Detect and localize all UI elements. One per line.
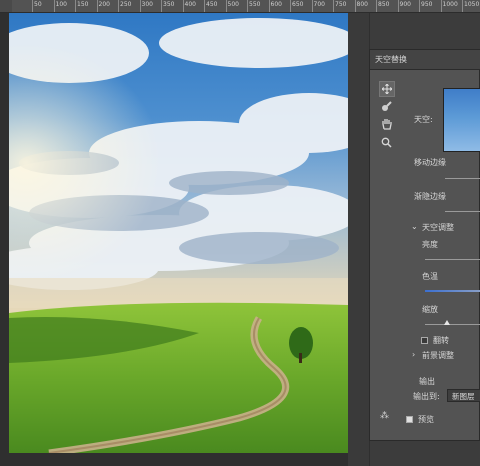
- ruler-tick: [225, 0, 227, 12]
- ruler-label: 850: [378, 1, 390, 8]
- zoom-icon[interactable]: [379, 135, 393, 149]
- preview-label: 预览: [418, 415, 434, 424]
- output-to-label: 输出到:: [413, 392, 440, 401]
- ruler-tick: [118, 0, 119, 12]
- ruler-label: 750: [335, 1, 347, 8]
- fade-edge-label: 渐隐边缘: [414, 192, 446, 201]
- ruler-tick: [333, 0, 334, 12]
- ruler-label: 50: [34, 1, 42, 8]
- hand-icon[interactable]: [379, 117, 393, 131]
- ruler-label: 200: [98, 1, 110, 8]
- dialog-toolstrip: [370, 70, 400, 440]
- shift-edge-label: 移动边缘: [414, 158, 446, 167]
- ruler-label: 900: [399, 1, 411, 8]
- ruler-tick: [397, 0, 399, 12]
- ruler-corner: [0, 0, 12, 12]
- ruler-label: 450: [206, 1, 218, 8]
- landscape-photo: [9, 13, 348, 453]
- ruler-label: 400: [184, 1, 196, 8]
- ruler-tick: [376, 0, 377, 12]
- flip-checkbox[interactable]: [421, 337, 428, 344]
- fade-edge-slider[interactable]: [445, 211, 480, 212]
- foreground-chevron-icon[interactable]: ›: [412, 350, 415, 359]
- ruler-label: 1000: [442, 1, 458, 8]
- scale-slider-thumb[interactable]: [444, 320, 450, 325]
- ruler-label: 1050: [464, 1, 480, 8]
- reset-icon[interactable]: ⁂: [380, 411, 389, 421]
- output-to-select[interactable]: 新图层: [447, 389, 480, 402]
- ruler-label: 650: [292, 1, 304, 8]
- sky-brush-icon[interactable]: [379, 99, 393, 113]
- sky-preset-thumbnail[interactable]: [443, 88, 480, 152]
- ruler-label: 350: [163, 1, 175, 8]
- flip-label: 翻转: [433, 336, 449, 345]
- ruler-tick: [354, 0, 356, 12]
- ruler-label: 100: [55, 1, 67, 8]
- ruler-tick: [75, 0, 76, 12]
- ruler-label: 300: [141, 1, 153, 8]
- ruler-tick: [161, 0, 162, 12]
- ruler-label: 800: [356, 1, 368, 8]
- ruler-label: 500: [227, 1, 239, 8]
- ruler-tick: [139, 0, 141, 12]
- canvas-gutter: [348, 13, 369, 466]
- shift-edge-slider[interactable]: [445, 178, 480, 179]
- sky-adjust-chevron-icon[interactable]: ⌄: [411, 222, 418, 231]
- brightness-label: 亮度: [422, 240, 438, 249]
- ruler-tick: [268, 0, 270, 12]
- ruler-tick: [247, 0, 248, 12]
- ruler-tick: [440, 0, 442, 12]
- scale-label: 缩放: [422, 305, 438, 314]
- ruler-tick: [462, 0, 463, 12]
- ruler-tick: [204, 0, 205, 12]
- ruler-tick: [96, 0, 98, 12]
- temperature-slider[interactable]: [425, 290, 480, 292]
- ruler-label: 250: [120, 1, 132, 8]
- ruler-label: 550: [249, 1, 261, 8]
- scale-slider[interactable]: [425, 324, 480, 325]
- ruler-tick: [311, 0, 313, 12]
- foreground-section-label[interactable]: 前景调整: [422, 350, 454, 361]
- ruler-tick: [290, 0, 291, 12]
- ruler-tick: [182, 0, 184, 12]
- ruler-label: 150: [77, 1, 89, 8]
- ruler-tick: [32, 0, 33, 12]
- preview-checkbox[interactable]: [406, 416, 413, 423]
- move-icon[interactable]: [379, 81, 395, 97]
- horizontal-ruler: 50 100 150 200 250 300 350 400 450 500 550 600 650 70…: [0, 0, 480, 13]
- sky-label: 天空:: [414, 115, 433, 124]
- ruler-label: 950: [421, 1, 433, 8]
- temperature-label: 色温: [422, 272, 438, 281]
- dialog-title: 天空替换: [370, 50, 480, 70]
- sky-adjust-section-label[interactable]: 天空调整: [422, 222, 454, 233]
- sky-replacement-dialog: 天空替换 天空: 移动边缘 渐隐边缘 ⌄ 天空调整 亮度 色温 缩放 翻转 › …: [369, 49, 480, 441]
- brightness-slider[interactable]: [425, 259, 480, 260]
- ruler-tick: [53, 0, 55, 12]
- ruler-tick: [419, 0, 420, 12]
- ruler-label: 600: [270, 1, 282, 8]
- output-label: 输出: [419, 377, 435, 386]
- ruler-label: 700: [313, 1, 325, 8]
